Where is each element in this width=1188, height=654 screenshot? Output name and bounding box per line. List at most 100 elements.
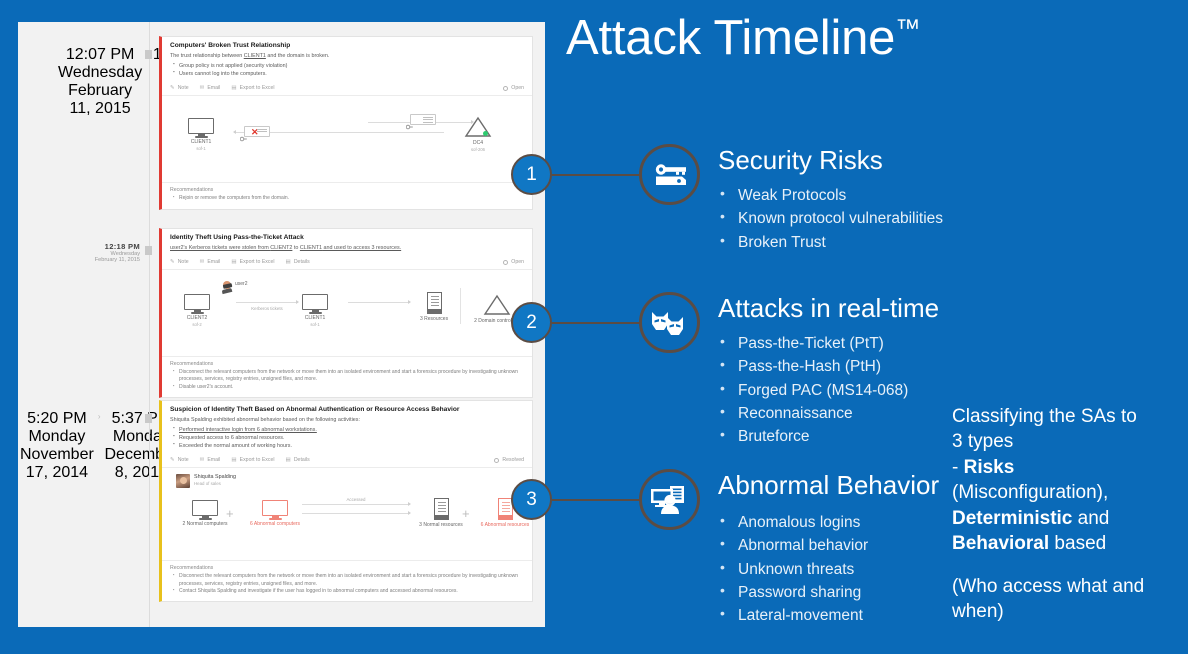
masked-user-icon [221,281,233,295]
node-label: 6 Abnormal computers [249,521,301,528]
status-label: Open [511,259,524,266]
entity-client2[interactable]: CLIENT2 [270,245,292,251]
card-diagram: CLIENT2 sof-2 user2 Kerberos tickets CLI… [162,270,532,356]
diagram-node-abnormal-computers[interactable]: 6 Abnormal computers [248,500,302,528]
recommendation-item: Disable user2's account. [173,382,524,391]
card-header: Identity Theft Using Pass-the-Ticket Att… [162,229,532,256]
bullet-item: Reconnaissance [718,401,908,425]
email-action[interactable]: ✉ Email [200,259,221,265]
alert-card[interactable]: Computers' Broken Trust Relationship The… [159,36,533,210]
section-title: Attacks in real-time [718,293,940,323]
diagram-person[interactable]: Shiquita Spalding Head of sales [176,474,236,489]
note-action[interactable]: ✎ Note [170,259,189,265]
person-role: Head of sales [194,481,221,487]
alert-card[interactable]: Suspicion of Identity Theft Based on Abn… [159,400,533,603]
step-number-2[interactable]: 2 [511,302,552,343]
list-icon: ▤ [285,259,291,266]
diagram-node-normal-computers[interactable]: 2 Normal computers [180,500,230,528]
card-subtitle: user2's Kerberos tickets were stolen fro… [170,245,524,252]
alert-card[interactable]: Identity Theft Using Pass-the-Ticket Att… [159,228,533,398]
card-subtitle: Shiquita Spalding exhibited abnormal beh… [170,416,360,423]
annotation-deterministic: Deterministic [952,507,1073,529]
monitor-icon [262,500,288,520]
status-badge[interactable]: Open [503,259,524,265]
email-label: Email [207,457,221,464]
timeline-node[interactable] [145,414,152,423]
arrow-tip-icon [408,501,411,506]
arrow-tip-icon [296,299,299,304]
details-action[interactable]: ▤ Details [286,259,310,265]
card-bullet: Exceeded the normal amount of working ho… [173,441,524,450]
note-action[interactable]: ✎ Note [170,457,189,463]
bullet-item: Bruteforce [718,424,908,448]
export-action[interactable]: ▤ Export to Excel [231,259,274,265]
timestamp-time: 5:20 PM [27,410,87,427]
diagram-node-client1[interactable]: CLIENT1 sof-1 [302,294,328,327]
export-action[interactable]: ▤ Export to Excel [231,457,274,463]
diagram-connector-2 [348,299,411,304]
node-sublabel: sof-206 [471,146,485,152]
entity-client1[interactable]: CLIENT1 [300,245,322,251]
section-title: Abnormal Behavior [718,470,940,500]
status-circle-icon [494,457,500,463]
timeline-node[interactable] [145,50,152,59]
step-number-3[interactable]: 3 [511,479,552,520]
diagram-connector-top: Accessed [302,497,411,506]
diagram-node-resources[interactable]: 3 Resources [420,292,448,323]
status-circle-icon [503,259,509,265]
bullet-item: Anomalous logins [718,510,868,534]
email-action[interactable]: ✉ Email [200,85,221,91]
status-badge[interactable]: Open [503,85,524,91]
annotation-dash: - [952,456,964,478]
diagram-user-badge[interactable]: user2 [221,281,248,295]
diagram-node-normal-resources[interactable]: 3 Normal resources [418,498,464,529]
avatar [176,474,190,489]
card-subtitle: The trust relationship between CLIENT1 a… [170,53,524,60]
diagram-node-dc4[interactable]: DC4 sof-206 [464,116,492,152]
envelope-icon: ✉ [199,457,205,464]
edge-label: Kerberos tickets [251,306,283,312]
diagram-divider [460,288,461,325]
status-badge[interactable]: Resolved [494,457,524,463]
bullet-item: Pass-the-Ticket (PtT) [718,331,908,355]
card-recommendations: Recommendations Disconnect the relevant … [162,560,532,601]
export-action[interactable]: ▤ Export to Excel [231,85,274,91]
details-action[interactable]: ▤ Details [286,457,310,463]
diagram-node-client1[interactable]: CLIENT1 sof-1 [188,118,214,151]
diagram-connector-1: Kerberos tickets [236,299,299,311]
node-sublabel: sof-2 [192,321,202,327]
node-label: 6 Abnormal resources [480,522,530,529]
card-bullet-list: Performed interactive login from 6 abnor… [173,425,524,450]
timeline-node[interactable] [145,246,152,255]
note-label: Note [177,259,189,266]
monitor-icon [188,118,214,138]
email-action[interactable]: ✉ Email [200,457,221,463]
entity-client1[interactable]: CLIENT1 [244,53,266,59]
card-action-bar: ✎ Note ✉ Email ▤ Export to Excel Open [162,82,532,97]
card-title: Computers' Broken Trust Relationship [170,42,291,49]
note-action[interactable]: ✎ Note [170,85,189,91]
card-diagram: Shiquita Spalding Head of sales 2 Normal… [162,468,532,560]
annotation-line-5-rest: and [1072,507,1110,529]
timestamp-date: November 17, 2014 [20,446,94,481]
node-label: 3 Normal resources [419,522,463,529]
email-label: Email [207,85,221,92]
annotation-spacer [952,557,1188,574]
monitor-icon [192,500,218,520]
bullet-item: Broken Trust [718,229,943,254]
card-header: Suspicion of Identity Theft Based on Abn… [162,401,532,454]
recommendation-item: Disconnect the relevant computers from t… [173,368,524,384]
section-bullets: Pass-the-Ticket (PtT) Pass-the-Hash (PtH… [718,331,908,448]
arrow-tip-icon [408,299,411,304]
bullet-item: Forged PAC (MS14-068) [718,377,908,402]
status-circle-icon [503,85,509,91]
card-bullet: Requested access to 6 abnormal resources… [173,433,524,442]
card-diagram: CLIENT1 sof-1 ✕ DC4 sof-206 [162,96,532,182]
diagram-node-client2[interactable]: CLIENT2 sof-2 [184,294,210,327]
node-label: 3 Resources [420,316,449,323]
excel-icon: ▤ [231,457,237,464]
step-number-label: 1 [526,163,537,185]
section-bullets: Anomalous logins Abnormal behavior Unkno… [718,510,868,627]
card-title: Suspicion of Identity Theft Based on Abn… [170,406,460,413]
step-number-1[interactable]: 1 [511,154,552,195]
